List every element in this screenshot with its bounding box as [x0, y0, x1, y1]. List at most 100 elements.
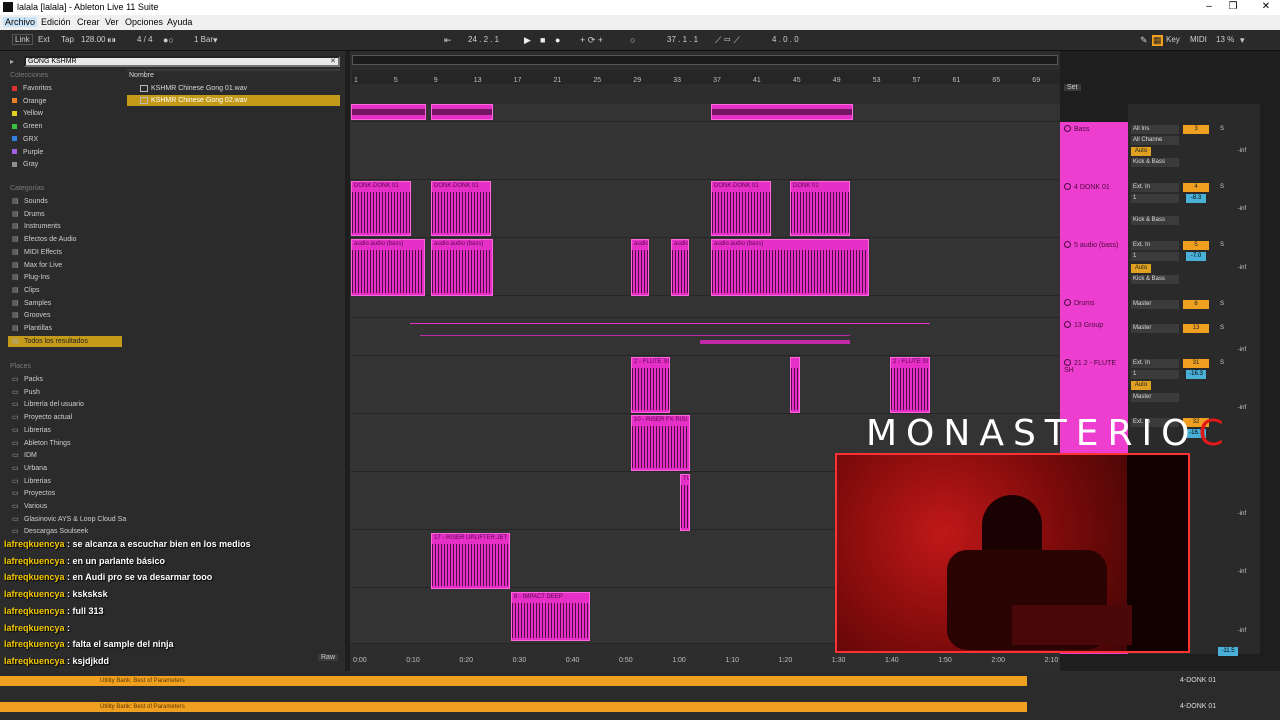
clip-donk[interactable]: DONK 01 [790, 181, 850, 236]
link-button[interactable]: Link [12, 34, 33, 45]
clip-bass[interactable] [711, 104, 853, 120]
track-header-audio[interactable]: 5 audio (bass) [1060, 238, 1128, 296]
loop-icon[interactable]: ○ [630, 35, 635, 45]
place-item[interactable]: ▭ Packs [12, 374, 43, 385]
loop-start[interactable]: 37 . 1 . 1 [667, 35, 698, 44]
input-type-select[interactable]: Ext. In [1131, 183, 1179, 192]
input-type-select[interactable]: Ext. In [1131, 241, 1179, 250]
clip-bass[interactable] [351, 104, 426, 120]
song-position[interactable]: 24 . 2 . 1 [468, 35, 499, 44]
quantize-select[interactable]: 1 Bar [194, 35, 213, 44]
track-toggle-icon[interactable] [1064, 183, 1071, 190]
track-number[interactable]: 3 [1183, 125, 1209, 134]
clip-donk[interactable]: DONK DONK 01 [711, 181, 771, 236]
collection-item[interactable]: Yellow [12, 108, 43, 119]
place-item[interactable]: ▭ Proyecto actual [12, 412, 72, 423]
category-item[interactable]: ▤ Drums [12, 209, 45, 220]
track-lane-flute[interactable] [350, 356, 1060, 414]
menu-edicion[interactable]: Edición [41, 17, 71, 27]
place-item[interactable]: ▭ Ableton Things [12, 438, 71, 449]
output-select[interactable]: Master [1131, 324, 1179, 333]
set-button[interactable]: Set [1064, 84, 1081, 91]
place-item[interactable]: ▭ Proyectos [12, 488, 55, 499]
follow-icon[interactable]: ⇤ [444, 35, 452, 46]
output-select[interactable]: Kick & Bass [1131, 158, 1179, 167]
clip-audio-bass[interactable]: audio audio (bass) [351, 239, 425, 296]
category-item[interactable]: ▤ Plug-Ins [12, 272, 50, 283]
solo-button[interactable]: S [1212, 359, 1232, 368]
track-number[interactable]: 4 [1183, 183, 1209, 192]
track-number[interactable]: 13 [1183, 324, 1209, 333]
place-item[interactable]: ▭ Librerias [12, 425, 51, 436]
clear-search-icon[interactable]: ✕ [330, 57, 336, 65]
clip-flute[interactable] [790, 357, 800, 413]
clip-audio-bass[interactable]: audio [631, 239, 649, 296]
loop-length[interactable]: 4 . 0 . 0 [772, 35, 799, 44]
collection-item[interactable]: Green [12, 121, 42, 132]
collection-item[interactable]: Orange [12, 96, 46, 107]
monitor-auto-button[interactable]: Auto [1131, 147, 1151, 156]
category-item[interactable]: ▤ Sounds [12, 196, 48, 207]
track-header-donk[interactable]: 4 DONK 01 [1060, 180, 1128, 238]
monitor-auto-button[interactable]: Auto [1131, 264, 1151, 273]
output-select[interactable]: Master [1131, 300, 1179, 309]
clip-riser[interactable]: 10 - RISER FX RISI [631, 415, 690, 471]
output-select[interactable]: Master [1131, 393, 1179, 402]
raw-button[interactable]: Raw [318, 654, 339, 661]
record-icon[interactable]: ● [555, 35, 560, 45]
track-toggle-icon[interactable] [1064, 125, 1071, 132]
minimize-icon[interactable]: – [1198, 1, 1220, 12]
track-lane-bass-body[interactable] [350, 122, 1060, 180]
metronome-icon[interactable]: ●○ [163, 35, 174, 45]
stop-icon[interactable]: ■ [540, 35, 545, 45]
menu-ver[interactable]: Ver [105, 17, 119, 27]
collection-item[interactable]: GRX [12, 134, 38, 145]
input-channel-select[interactable]: 1 [1131, 194, 1179, 203]
place-item[interactable]: ▭ IDM [12, 450, 37, 461]
menu-opciones[interactable]: Opciones [125, 17, 163, 27]
input-type-select[interactable]: All Ins [1131, 125, 1179, 134]
tap-button[interactable]: Tap [61, 35, 74, 44]
track-lane-drums[interactable] [350, 296, 1060, 318]
output-select[interactable]: Kick & Bass [1131, 275, 1179, 284]
clip-donk[interactable]: DONK DONK 01 [351, 181, 411, 236]
maximize-icon[interactable]: ❐ [1222, 1, 1244, 12]
category-item[interactable]: ▤ Samples [12, 298, 51, 309]
clip-flute[interactable]: 2 - FLUTE SI [631, 357, 670, 413]
solo-button[interactable]: S [1212, 300, 1232, 309]
chevron-down-icon[interactable]: ▾ [1240, 35, 1245, 46]
column-header-nombre[interactable]: Nombre [129, 72, 154, 79]
place-item[interactable]: ▭ Librerias [12, 476, 51, 487]
chevron-down-icon[interactable]: ▾ [213, 35, 218, 46]
input-type-select[interactable]: Ext. In [1131, 359, 1179, 368]
solo-button[interactable]: S [1212, 241, 1232, 250]
volume-value[interactable]: -8.3 [1186, 194, 1206, 203]
file-row[interactable]: KSHMR Chinese Gong 01.wav [127, 83, 340, 94]
track-toggle-icon[interactable] [1064, 299, 1071, 306]
place-item[interactable]: ▭ Librería del usuario [12, 399, 84, 410]
input-channel-select[interactable]: All Channe [1131, 136, 1179, 145]
overdub-icon[interactable]: + ⟳ + [580, 35, 603, 46]
track-header-flute[interactable]: 21 2 - FLUTE SH [1060, 356, 1128, 414]
track-header-bass[interactable]: Bass [1060, 122, 1128, 180]
clip-tu[interactable]: TU [680, 474, 690, 531]
collection-item[interactable]: Favoritos [12, 83, 52, 94]
category-item[interactable]: ▤ Todos los resultados [8, 335, 122, 347]
clip-audio-bass[interactable]: audio [671, 239, 689, 296]
clip-impact[interactable]: 8 - IMPACT DEEP [511, 592, 590, 641]
clip-uplifter[interactable]: 17 - RISER UPLIFTER JET [431, 533, 510, 589]
volume-value[interactable]: -16.3 [1186, 370, 1206, 379]
draw-icon[interactable]: ⟋ ▭ ⟋ [715, 35, 740, 46]
output-select[interactable]: Kick & Bass [1131, 216, 1179, 225]
category-item[interactable]: ▤ Clips [12, 285, 40, 296]
menu-ayuda[interactable]: Ayuda [167, 17, 192, 27]
track-toggle-icon[interactable] [1064, 359, 1071, 366]
arrangement-overview[interactable] [352, 55, 1058, 65]
clip-flute[interactable]: 2 - FLUTE SI [890, 357, 930, 413]
grid-icon[interactable]: ▦ [1152, 35, 1163, 46]
track-header-group[interactable]: 13 Group [1060, 318, 1128, 356]
category-item[interactable]: ▤ Grooves [12, 310, 50, 321]
track-number[interactable]: 5 [1183, 241, 1209, 250]
solo-button[interactable]: S [1212, 324, 1232, 333]
menu-archivo[interactable]: Archivo [3, 17, 38, 27]
